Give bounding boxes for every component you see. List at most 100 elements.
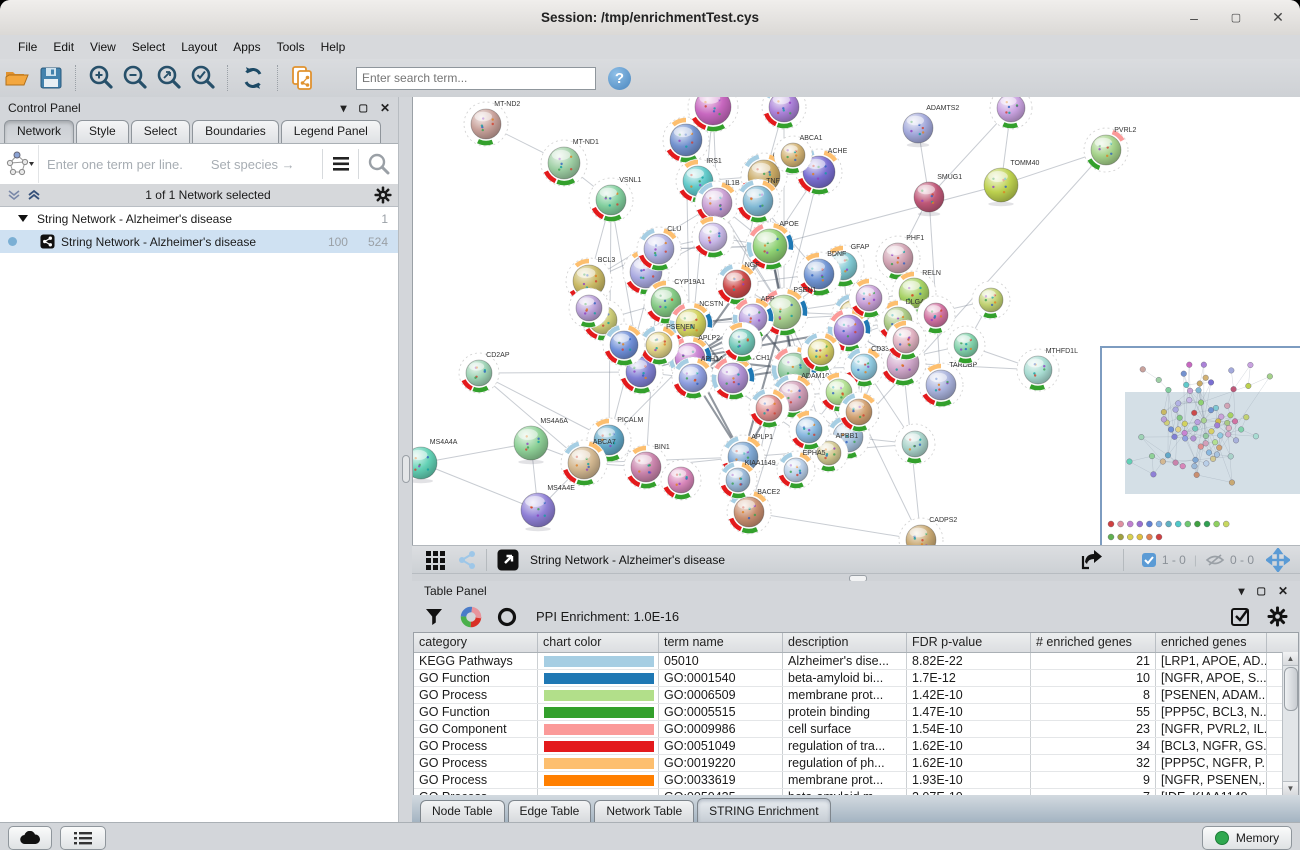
network-node[interactable] (789, 410, 829, 450)
menu-file[interactable]: File (10, 37, 45, 57)
tab-string-enrichment[interactable]: STRING Enrichment (697, 798, 830, 822)
share-view-icon[interactable] (456, 549, 478, 571)
zoom-out-button[interactable] (120, 63, 150, 93)
network-node-CLU[interactable]: CLU (637, 226, 681, 271)
column-header-FDRp-value[interactable]: FDR p-value (907, 633, 1031, 652)
panel-close-icon[interactable]: ✕ (380, 101, 390, 115)
birds-eye-view[interactable] (1100, 346, 1300, 547)
collapse-all-icon[interactable] (6, 188, 22, 202)
menu-view[interactable]: View (82, 37, 124, 57)
tab-boundaries[interactable]: Boundaries (192, 120, 279, 143)
cloud-tasks-button[interactable] (8, 826, 52, 850)
menu-tools[interactable]: Tools (269, 37, 313, 57)
menu-apps[interactable]: Apps (225, 37, 268, 57)
network-node-SMUG1[interactable]: SMUG1 (914, 174, 962, 216)
maximize-button[interactable]: ▢ (1228, 11, 1244, 24)
open-session-button[interactable] (2, 63, 32, 93)
save-session-button[interactable] (36, 63, 66, 93)
tab-network[interactable]: Network (4, 120, 74, 143)
term-input[interactable]: Enter one term per line. (47, 157, 183, 172)
table-row[interactable]: KEGG Pathways05010Alzheimer's dise...8.8… (414, 653, 1298, 670)
tab-network-table[interactable]: Network Table (594, 800, 694, 822)
network-collection-row[interactable]: String Network - Alzheimer's disease 1 (0, 207, 398, 230)
tab-style[interactable]: Style (76, 120, 129, 143)
network-node[interactable] (895, 424, 935, 464)
collection-expand-icon[interactable] (18, 215, 28, 222)
network-from-file-button[interactable] (288, 63, 318, 93)
zoom-selected-button[interactable] (188, 63, 218, 93)
donut-chart-icon[interactable] (460, 606, 482, 628)
network-node[interactable] (947, 326, 985, 364)
network-node-ADAMTS2[interactable]: ADAMTS2 (903, 105, 959, 147)
network-node[interactable] (661, 460, 701, 500)
filter-funnel-icon[interactable] (424, 607, 444, 627)
grid-view-icon[interactable] (424, 549, 448, 571)
network-node[interactable] (801, 332, 841, 372)
zoom-fit-button[interactable] (154, 63, 184, 93)
tab-legend-panel[interactable]: Legend Panel (281, 120, 381, 143)
menu-help[interactable]: Help (313, 37, 354, 57)
table-scrollbar[interactable]: ▲ ▼ (1282, 652, 1298, 795)
query-options-icon[interactable] (330, 155, 352, 173)
network-node-PVRL2[interactable]: PVRL2 (1084, 127, 1137, 172)
column-header-termname[interactable]: term name (659, 633, 783, 652)
network-node-VSNL1[interactable]: VSNL1 (589, 177, 642, 222)
settings-gear-icon[interactable] (1267, 606, 1288, 627)
pan-move-icon[interactable] (1266, 548, 1290, 572)
table-row[interactable]: GO ProcessGO:0033619membrane prot...1.93… (414, 772, 1298, 789)
scroll-down-icon[interactable]: ▼ (1283, 781, 1298, 795)
column-header-enrichedgenes[interactable]: # enriched genes (1031, 633, 1156, 652)
table-row[interactable]: GO ProcessGO:0006509membrane prot...1.42… (414, 687, 1298, 704)
menu-select[interactable]: Select (124, 37, 173, 57)
column-header-description[interactable]: description (783, 633, 907, 652)
network-node-MS4A4E[interactable]: MS4A4E (521, 485, 575, 531)
export-network-icon[interactable] (1079, 548, 1105, 572)
network-node-TNF[interactable]: TNF (736, 178, 780, 223)
detach-view-icon[interactable] (496, 548, 520, 572)
splitter-grip[interactable] (402, 455, 410, 483)
menu-layout[interactable]: Layout (173, 37, 225, 57)
column-header-chartcolor[interactable]: chart color (538, 633, 659, 652)
network-node-CADPS2[interactable]: CADPS2 (899, 517, 957, 545)
zoom-in-button[interactable] (86, 63, 116, 93)
network-node-MS4A4A[interactable]: MS4A4A (413, 439, 458, 483)
memory-button[interactable]: Memory (1202, 826, 1292, 850)
network-node[interactable] (749, 388, 789, 428)
network-node[interactable] (972, 281, 1010, 319)
query-search-icon[interactable] (366, 152, 392, 176)
network-node[interactable] (839, 392, 879, 432)
network-node-MT-ND2[interactable]: MT-ND2 (464, 101, 520, 146)
enrichment-table[interactable]: categorychart colorterm namedescriptionF… (413, 632, 1299, 797)
network-options-gear-icon[interactable] (374, 186, 392, 204)
network-node[interactable] (762, 97, 806, 129)
help-button[interactable]: ? (608, 67, 631, 90)
search-input[interactable] (356, 67, 596, 90)
scrollbar-thumb[interactable] (1284, 667, 1298, 711)
scroll-up-icon[interactable]: ▲ (1283, 652, 1298, 666)
network-node[interactable] (603, 324, 645, 366)
network-node-EPHA5[interactable]: EPHA5 (777, 450, 826, 489)
panel-menu-arrow-icon[interactable]: ▾ (340, 101, 346, 115)
select-all-checkbox-icon[interactable] (1230, 606, 1251, 627)
panel-float-icon[interactable]: ▢ (1256, 586, 1265, 597)
task-history-button[interactable] (60, 826, 106, 850)
minimize-button[interactable]: – (1186, 10, 1202, 26)
table-row[interactable]: GO ProcessGO:0019220regulation of ph...1… (414, 755, 1298, 772)
network-node-MS4A6A[interactable]: MS4A6A (514, 418, 568, 464)
string-protein-query-button[interactable] (0, 145, 39, 183)
column-header-category[interactable]: category (414, 633, 538, 652)
network-node[interactable] (722, 322, 762, 362)
network-row-selected[interactable]: String Network - Alzheimer's disease 100… (0, 230, 398, 253)
expand-all-icon[interactable] (26, 188, 42, 202)
network-node[interactable] (569, 288, 609, 328)
network-node-TOMM40[interactable]: TOMM40 (984, 160, 1039, 206)
tab-select[interactable]: Select (131, 120, 190, 143)
species-hint[interactable]: Set species → (211, 157, 295, 172)
table-row[interactable]: GO ProcessGO:0051049regulation of tra...… (414, 738, 1298, 755)
table-row[interactable]: GO FunctionGO:0005515protein binding1.47… (414, 704, 1298, 721)
network-node-MTHFD1L[interactable]: MTHFD1L (1017, 348, 1078, 391)
ring-chart-icon[interactable] (496, 606, 518, 628)
tab-edge-table[interactable]: Edge Table (508, 800, 592, 822)
menu-edit[interactable]: Edit (45, 37, 82, 57)
network-node[interactable] (886, 320, 926, 360)
